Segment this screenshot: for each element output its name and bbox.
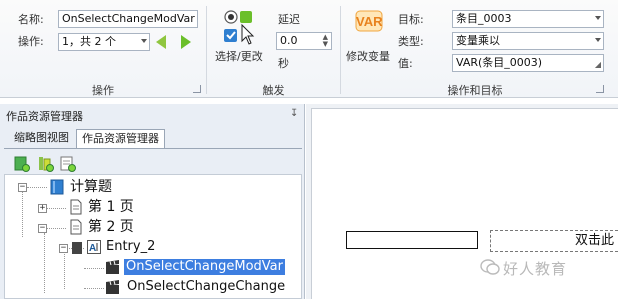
square-icon bbox=[72, 242, 82, 254]
var-icon-text: VAR bbox=[356, 14, 383, 29]
previous-action-icon[interactable] bbox=[156, 35, 166, 49]
tree-guide bbox=[44, 228, 66, 229]
tree-guide bbox=[84, 288, 104, 289]
tree-node-root[interactable]: 计算题 bbox=[70, 179, 112, 195]
trigger-button-label[interactable]: 选择/更改 bbox=[215, 50, 263, 64]
clapper-icon bbox=[105, 260, 121, 275]
delay-value: 0.0 bbox=[280, 34, 298, 47]
modify-variable-label[interactable]: 修改变量 bbox=[346, 50, 390, 64]
expand-toggle[interactable]: + bbox=[38, 204, 47, 213]
tab-underline bbox=[4, 148, 302, 149]
placeholder-text: 双击此 bbox=[574, 233, 614, 248]
panel-title: 作品资源管理器 bbox=[6, 110, 83, 123]
tree-node-page-1[interactable]: 第 1 页 bbox=[88, 199, 134, 215]
group-separator bbox=[340, 6, 341, 94]
target-label: 目标: bbox=[398, 13, 424, 26]
text-entry-box[interactable] bbox=[346, 231, 478, 249]
delay-unit: 秒 bbox=[278, 57, 289, 70]
placeholder-box[interactable]: 双击此 bbox=[490, 230, 618, 252]
tab-explorer[interactable]: 作品资源管理器 bbox=[76, 129, 165, 149]
target-value: 条目_0003 bbox=[456, 12, 512, 25]
tree-guide bbox=[64, 254, 65, 289]
resize-grip-icon: ◢ bbox=[594, 60, 601, 69]
add-chapter-icon[interactable] bbox=[38, 156, 54, 172]
watermark-text: 好人教育 bbox=[503, 260, 568, 278]
tree-node-action-change[interactable]: OnSelectChangeChange bbox=[127, 279, 285, 295]
value-label: 值: bbox=[398, 57, 413, 70]
clapper-icon bbox=[105, 280, 121, 295]
chevron-down-icon bbox=[595, 16, 601, 20]
target-select[interactable]: 条目_0003 bbox=[452, 10, 604, 28]
dialog-launcher-icon[interactable] bbox=[193, 85, 201, 93]
tree-guide bbox=[44, 233, 45, 293]
type-value: 变量乘以 bbox=[456, 34, 500, 47]
slide-canvas bbox=[311, 108, 618, 299]
tree-node-page-2[interactable]: 第 2 页 bbox=[88, 219, 134, 235]
type-label: 类型: bbox=[398, 35, 424, 48]
tree-guide bbox=[22, 192, 23, 237]
collapse-toggle[interactable]: − bbox=[38, 224, 47, 233]
operation-select[interactable]: 1，共 2 个 bbox=[58, 33, 150, 51]
group-title-trigger: 触发 bbox=[262, 84, 285, 97]
delay-input[interactable]: 0.0 ▲ ▼ bbox=[276, 32, 332, 50]
text-entry-icon: A bbox=[87, 240, 101, 254]
tree-node-action-modvar[interactable]: OnSelectChangeModVar bbox=[124, 259, 285, 275]
chevron-down-icon bbox=[141, 39, 147, 43]
add-item-icon[interactable] bbox=[60, 156, 76, 172]
name-label: 名称: bbox=[18, 13, 44, 26]
group-title-operation: 操作 bbox=[92, 84, 114, 97]
tree-guide bbox=[27, 187, 47, 188]
delay-label: 延迟 bbox=[278, 13, 300, 26]
trigger-icon[interactable] bbox=[221, 8, 259, 48]
wechat-icon bbox=[480, 258, 500, 276]
operation-value: 1，共 2 个 bbox=[62, 35, 116, 48]
add-page-icon[interactable] bbox=[14, 156, 30, 172]
dialog-launcher-icon[interactable] bbox=[596, 85, 604, 93]
page-icon bbox=[70, 219, 82, 235]
group-title-operation-target: 操作和目标 bbox=[447, 84, 503, 97]
tree-node-entry[interactable]: Entry_2 bbox=[106, 239, 155, 255]
svg-text:A: A bbox=[89, 243, 96, 254]
value-text: VAR(条目_0003) bbox=[456, 56, 543, 69]
operation-label: 操作: bbox=[18, 35, 44, 48]
tree-guide bbox=[44, 208, 66, 209]
next-action-icon[interactable] bbox=[181, 35, 191, 49]
group-separator bbox=[206, 6, 207, 94]
tree-guide bbox=[84, 268, 104, 269]
spinner-icon[interactable]: ▲ ▼ bbox=[323, 34, 328, 48]
type-select[interactable]: 变量乘以 bbox=[452, 32, 604, 50]
name-field[interactable]: OnSelectChangeModVar bbox=[58, 10, 198, 28]
chevron-down-icon bbox=[595, 38, 601, 42]
value-field[interactable]: VAR(条目_0003) ◢ bbox=[452, 54, 604, 72]
book-icon bbox=[50, 179, 64, 195]
collapse-toggle[interactable]: − bbox=[59, 244, 68, 253]
collapse-toggle[interactable]: − bbox=[18, 183, 27, 192]
page-icon bbox=[70, 199, 82, 215]
tab-thumbnail-view[interactable]: 缩略图视图 bbox=[9, 129, 74, 149]
modify-variable-icon[interactable]: VAR bbox=[352, 8, 386, 38]
